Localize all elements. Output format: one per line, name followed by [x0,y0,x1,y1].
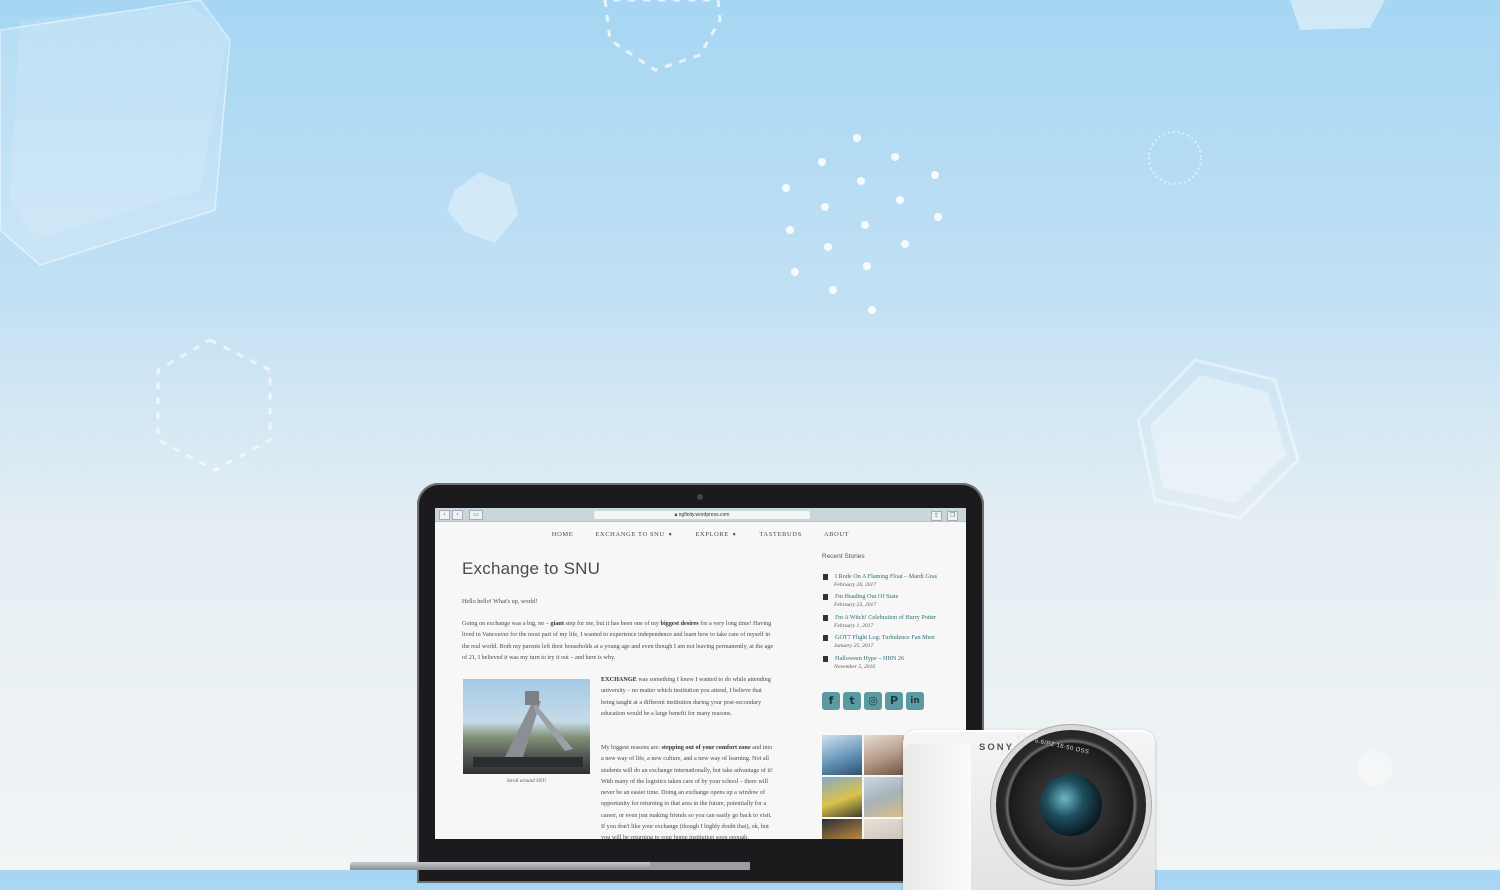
laptop-stand [350,862,660,870]
caret-down-icon: ▼ [731,533,738,538]
pinterest-icon[interactable]: P [885,692,903,710]
image-caption: Stroll around SNU [506,778,547,784]
sidebar-toggle-icon[interactable]: ▭ [469,509,483,520]
address-bar[interactable]: 🔒︎ ngfinity.wordpress.com [594,511,810,519]
camera-grip [903,744,971,890]
thumbnail-image[interactable] [864,777,904,817]
story-title[interactable]: I'm Heading Out Of State [822,593,957,600]
thumbnail-image[interactable] [864,735,904,775]
share-icon[interactable]: ⇪ [931,511,942,521]
story-date: February 1, 2017 [834,623,874,629]
recent-story-item[interactable]: GOT7 Flight Log: Turbulence Fan Meet Jan… [822,634,957,649]
laptop-screen: ‹ › ▭ 🔒︎ ngfinity.wordpress.com ⇪ ❐ HOME… [435,508,966,839]
story-date: February 23, 2017 [834,602,877,608]
story-date: February 26, 2017 [834,582,877,588]
post-paragraph-2: EXCHANGE was something I knew I wanted t… [601,676,771,717]
post-greeting: Hello hello! What's up, world! [462,598,538,605]
post-image-snu-gate[interactable] [463,679,590,774]
thumbnail-image[interactable] [822,777,862,817]
story-date: January 25, 2017 [834,643,874,649]
recent-story-item[interactable]: I Rode On A Flaming Float – Mardi Gras F… [822,573,957,588]
nav-item-tastebuds[interactable]: TASTEBUDS [759,531,801,538]
back-icon[interactable]: ‹ [439,509,450,520]
url-text: ngfinity.wordpress.com [678,512,730,518]
site-nav: HOME EXCHANGE TO SNU ▼ EXPLORE ▼ TASTEBUDS… [435,522,966,547]
recent-story-item[interactable]: I'm A Witch! Celebration of Harry Potter… [822,614,957,629]
recent-story-item[interactable]: I'm Heading Out Of State February 23, 20… [822,593,957,608]
laptop-stand-base [650,862,750,870]
story-title[interactable]: GOT7 Flight Log: Turbulence Fan Meet [822,634,957,641]
tabs-icon[interactable]: ❐ [947,511,958,521]
camera-brand: SONY [979,742,1014,753]
nav-item-about[interactable]: ABOUT [824,531,849,538]
snu-gate-illustration [473,691,583,767]
story-title[interactable]: I Rode On A Flaming Float – Mardi Gras [822,573,957,580]
nav-item-explore[interactable]: EXPLORE ▼ [695,531,737,538]
forward-icon[interactable]: › [452,509,463,520]
instagram-thumbnails [822,735,904,839]
story-title[interactable]: Halloween Hype – HHN 26 [822,655,957,662]
post-title: Exchange to SNU [462,559,601,578]
story-title[interactable]: I'm A Witch! Celebration of Harry Potter [822,614,957,621]
camera-mockup: SONY E 3.5-5.6/PZ 16-50 OSS [903,730,1155,890]
laptop-mockup: ‹ › ▭ 🔒︎ ngfinity.wordpress.com ⇪ ❐ HOME… [417,483,984,883]
post-paragraph-3: My biggest reasons are: stepping out of … [601,744,773,839]
browser-toolbar: ‹ › ▭ 🔒︎ ngfinity.wordpress.com ⇪ ❐ [435,508,966,522]
recent-story-item[interactable]: Halloween Hype – HHN 26 November 5, 2016 [822,655,957,670]
thumbnail-image[interactable] [864,819,904,839]
nav-item-home[interactable]: HOME [552,531,574,538]
webcam-dot [697,494,703,500]
nav-item-exchange-to-snu[interactable]: EXCHANGE TO SNU ▼ [595,531,673,538]
camera-lens: E 3.5-5.6/PZ 16-50 OSS [996,730,1146,880]
lens-glass [1040,774,1102,836]
lock-icon: 🔒︎ [674,512,678,518]
caret-down-icon: ▼ [667,533,674,538]
lens-label: E 3.5-5.6/PZ 16-50 OSS [1016,734,1090,756]
thumbnail-image[interactable] [822,735,862,775]
instagram-icon[interactable]: ◎ [864,692,882,710]
social-links: f t ◎ P in [822,692,924,710]
thumbnail-image[interactable] [822,819,862,839]
sidebar-title: Recent Stories [822,553,865,560]
post-paragraph-1: Going on exchange was a big, no – giant … [462,620,774,661]
story-date: November 5, 2016 [834,664,876,670]
linkedin-icon[interactable]: in [906,692,924,710]
twitter-icon[interactable]: t [843,692,861,710]
facebook-icon[interactable]: f [822,692,840,710]
